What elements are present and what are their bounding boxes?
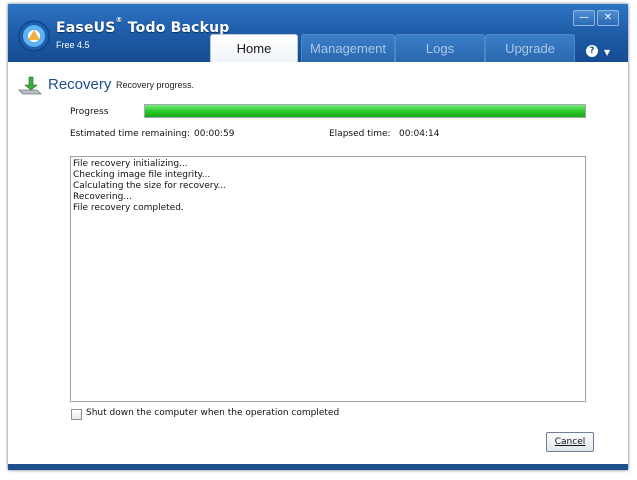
page-subtitle: Recovery progress.	[116, 80, 195, 90]
help-icon[interactable]: ?	[586, 45, 598, 57]
title-bar: EaseUS® Todo Backup Free 4.5 Home Manage…	[8, 4, 628, 65]
help-menu-chevron-icon[interactable]: ▼	[604, 48, 610, 57]
app-version: Free 4.5	[56, 40, 90, 50]
tab-home[interactable]: Home	[210, 34, 298, 65]
easeus-logo-icon	[18, 20, 50, 52]
minimize-icon: —	[579, 12, 589, 23]
log-line: File recovery initializing...	[73, 159, 188, 169]
log-line: Calculating the size for recovery...	[73, 181, 227, 191]
progress-bar-fill	[145, 105, 585, 117]
recovery-arrow-drive-icon	[18, 76, 42, 95]
app-window: EaseUS® Todo Backup Free 4.5 Home Manage…	[8, 4, 628, 470]
shutdown-checkbox-label[interactable]: Shut down the computer when the operatio…	[86, 408, 339, 418]
shutdown-checkbox[interactable]	[71, 409, 82, 420]
elapsed-time-label: Elapsed time:	[329, 129, 391, 139]
app-brand: EaseUS® Todo Backup	[56, 16, 230, 36]
brand-registered-mark: ®	[115, 16, 123, 24]
close-button[interactable]: ✕	[597, 10, 619, 26]
minimize-button[interactable]: —	[573, 10, 595, 26]
tab-logs[interactable]: Logs	[395, 34, 485, 63]
brand-name: EaseUS	[56, 20, 116, 36]
main-content: Recovery Recovery progress. Progress Est…	[8, 62, 628, 464]
tab-upgrade[interactable]: Upgrade	[485, 34, 575, 63]
log-line: File recovery completed.	[73, 203, 184, 213]
page-title: Recovery	[48, 76, 112, 93]
recovery-log[interactable]: File recovery initializing... Checking i…	[70, 156, 586, 402]
log-line: Recovering...	[73, 192, 132, 202]
progress-bar	[144, 104, 586, 118]
progress-label: Progress	[70, 107, 109, 117]
tab-management[interactable]: Management	[301, 34, 395, 63]
log-line: Checking image file integrity...	[73, 170, 211, 180]
elapsed-time-value: 00:04:14	[399, 129, 440, 139]
remaining-time-label: Estimated time remaining:	[70, 129, 190, 139]
close-icon: ✕	[603, 12, 613, 23]
cancel-button[interactable]: Cancel	[546, 432, 594, 452]
remaining-time-value: 00:00:59	[194, 129, 235, 139]
